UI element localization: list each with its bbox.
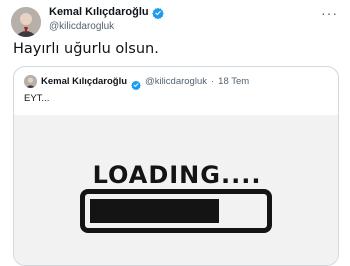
- quoted-tweet-header: Kemal Kılıçdaroğlu @kilicdarogluk · 18 T…: [24, 75, 249, 90]
- author-avatar[interactable]: [11, 7, 41, 37]
- loading-label: LOADING....: [92, 161, 262, 189]
- verified-badge-icon: [151, 6, 164, 20]
- quoted-tweet[interactable]: Kemal Kılıçdaroğlu @kilicdarogluk · 18 T…: [13, 66, 339, 266]
- author-info: Kemal Kılıçdaroğlu @kilicdarogluk: [49, 6, 164, 32]
- quoted-author-handle[interactable]: @kilicdarogluk: [145, 76, 207, 87]
- more-options-icon[interactable]: ···: [321, 6, 338, 20]
- quoted-tweet-image[interactable]: LOADING....: [14, 115, 338, 265]
- quoted-tweet-text: EYT...: [24, 93, 50, 104]
- quoted-author-avatar[interactable]: [24, 75, 37, 88]
- verified-badge-icon: [131, 77, 141, 90]
- separator-dot: ·: [210, 76, 215, 87]
- tweet-text: Hayırlı uğurlu olsun.: [13, 41, 159, 57]
- quoted-author-name[interactable]: Kemal Kılıçdaroğlu: [41, 76, 127, 87]
- author-handle[interactable]: @kilicdarogluk: [49, 21, 164, 32]
- quoted-tweet-date[interactable]: 18 Tem: [218, 76, 249, 87]
- loading-progress-fill: [90, 199, 219, 223]
- author-name[interactable]: Kemal Kılıçdaroğlu: [49, 6, 149, 18]
- loading-progress-bar: [80, 189, 272, 233]
